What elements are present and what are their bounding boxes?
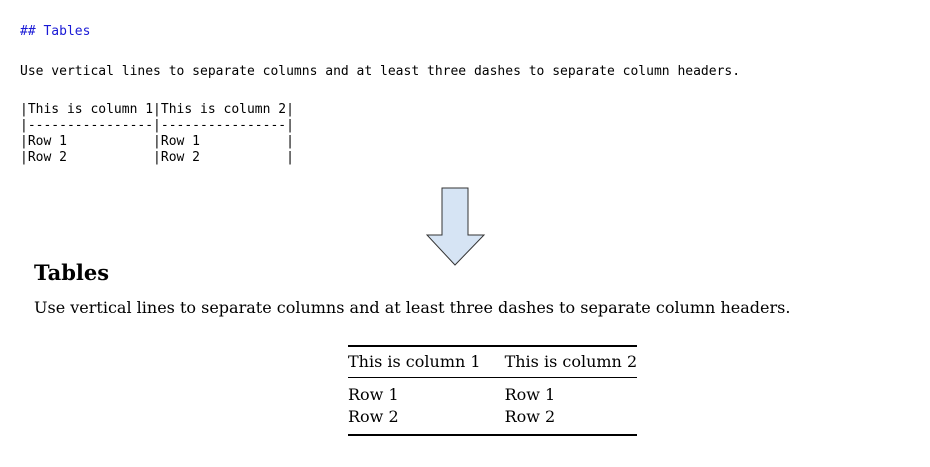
table-header-cell: This is column 1 [348,352,481,371]
rendered-paragraph: Use vertical lines to separate columns a… [34,298,791,317]
table-cell: Row 1 [504,385,556,404]
down-arrow-icon [425,187,486,272]
source-table-line: |Row 1 |Row 1 | [20,134,294,149]
table-cell: Row 2 [504,407,556,426]
table-cell: Row 2 [348,407,399,426]
source-heading: ## Tables [20,24,91,39]
table-cell: Row 1 [348,385,399,404]
table-row: Row 1 Row 1 [348,378,637,407]
source-description: Use vertical lines to separate columns a… [20,64,741,79]
source-table-line: |----------------|----------------| [20,118,294,133]
table-header-row: This is column 1 This is column 2 [348,346,638,378]
rendered-title: Tables [34,260,110,285]
table-row: Row 2 Row 2 [348,406,638,435]
source-table-line: |This is column 1|This is column 2| [20,102,294,117]
table-header-cell: This is column 2 [504,352,638,371]
rendered-table: This is column 1 This is column 2 Row 1 … [348,345,638,436]
source-table-line: |Row 2 |Row 2 | [20,150,294,165]
